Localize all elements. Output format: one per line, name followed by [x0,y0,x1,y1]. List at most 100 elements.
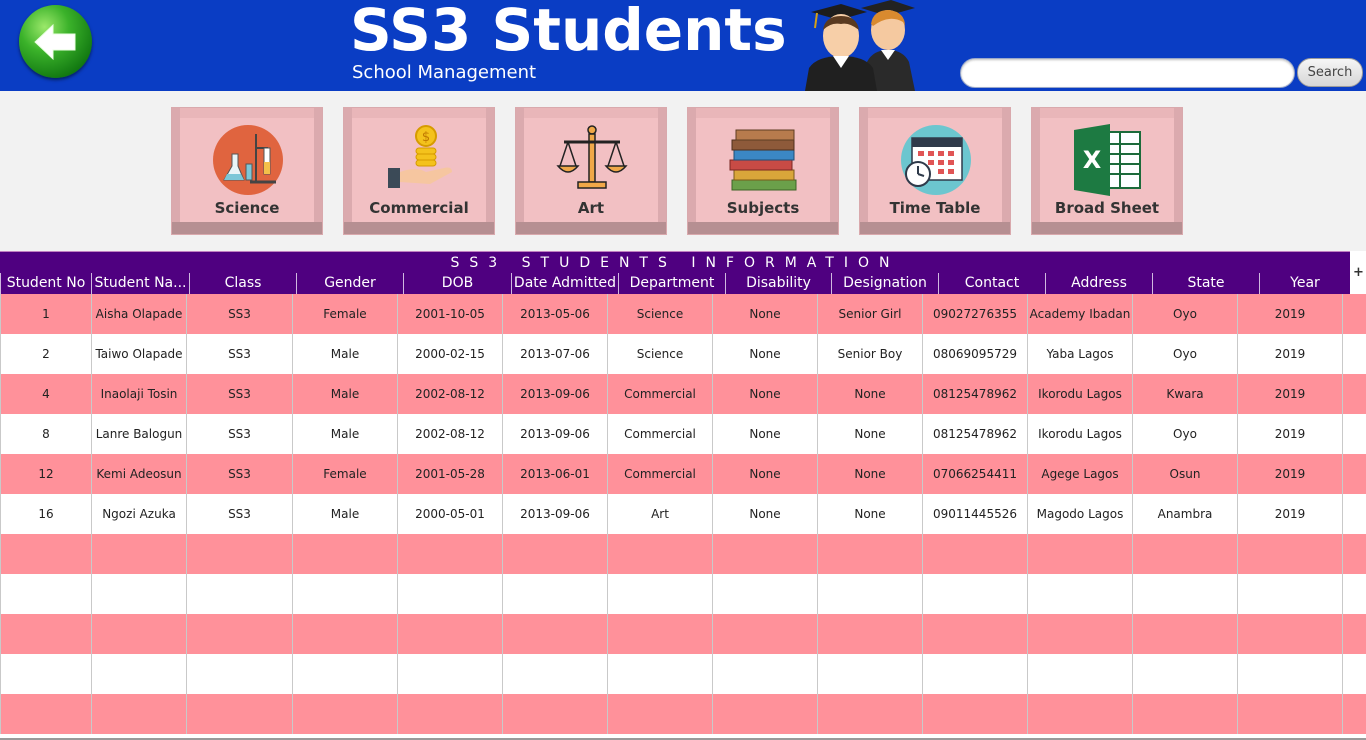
table-row[interactable]: 12 Kemi Adeosun SS3 Female 2001-05-28 2013-06… [0,454,1366,494]
table-cell[interactable]: 2013-06-01 [502,454,607,494]
table-cell[interactable]: Female [292,294,397,334]
table-cell[interactable]: Osun [1132,454,1237,494]
table-cell[interactable] [1237,654,1342,694]
column-header[interactable]: DOB [403,273,511,294]
table-cell[interactable]: SS3 [186,374,292,414]
table-cell[interactable] [712,534,817,574]
table-cell[interactable]: None [817,374,922,414]
table-cell[interactable] [292,694,397,734]
table-cell[interactable]: Kemi Adeosun [91,454,186,494]
table-row[interactable]: 1 Aisha Olapade SS3 Female 2001-10-05 2013-05… [0,294,1366,334]
table-cell[interactable]: Magodo Lagos [1027,494,1132,534]
table-cell[interactable] [1342,454,1366,494]
table-cell[interactable]: None [712,374,817,414]
table-cell[interactable]: 8 [0,414,91,454]
table-cell[interactable]: 09027276355 [922,294,1027,334]
table-cell[interactable]: 2019 [1237,334,1342,374]
table-cell[interactable]: Ikorodu Lagos [1027,414,1132,454]
table-cell[interactable] [1342,574,1366,614]
table-cell[interactable] [1342,334,1366,374]
column-header[interactable]: Class [189,273,296,294]
table-cell[interactable]: Yaba Lagos [1027,334,1132,374]
table-cell[interactable]: SS3 [186,494,292,534]
table-cell[interactable]: SS3 [186,334,292,374]
column-header[interactable]: Disability [725,273,831,294]
column-header[interactable]: Contact [938,273,1045,294]
table-cell[interactable] [0,654,91,694]
table-cell[interactable]: Lanre Balogun [91,414,186,454]
table-cell[interactable] [1342,654,1366,694]
table-cell[interactable] [292,574,397,614]
table-cell[interactable]: Oyo [1132,294,1237,334]
table-cell[interactable]: Commercial [607,374,712,414]
table-cell[interactable]: Aisha Olapade [91,294,186,334]
table-cell[interactable] [502,654,607,694]
table-cell[interactable] [607,534,712,574]
table-cell[interactable]: 2013-09-06 [502,414,607,454]
table-cell[interactable]: Male [292,414,397,454]
table-cell[interactable] [502,614,607,654]
table-cell[interactable]: Oyo [1132,334,1237,374]
table-row[interactable] [0,694,1366,734]
table-cell[interactable]: Kwara [1132,374,1237,414]
table-cell[interactable] [1342,694,1366,734]
table-cell[interactable]: 4 [0,374,91,414]
table-cell[interactable] [0,534,91,574]
table-cell[interactable]: Commercial [607,414,712,454]
table-cell[interactable] [91,534,186,574]
table-cell[interactable]: None [712,294,817,334]
table-cell[interactable] [1132,534,1237,574]
table-cell[interactable] [922,534,1027,574]
table-cell[interactable]: Agege Lagos [1027,454,1132,494]
table-cell[interactable]: 2001-05-28 [397,454,502,494]
table-cell[interactable] [1132,614,1237,654]
table-cell[interactable] [817,694,922,734]
table-cell[interactable] [1237,694,1342,734]
table-cell[interactable]: 12 [0,454,91,494]
table-cell[interactable]: 2013-09-06 [502,374,607,414]
column-header[interactable]: Department [618,273,725,294]
table-cell[interactable] [1342,294,1366,334]
table-cell[interactable]: Oyo [1132,414,1237,454]
table-cell[interactable]: 08069095729 [922,334,1027,374]
table-cell[interactable]: Taiwo Olapade [91,334,186,374]
column-header[interactable]: Student Na... [91,273,189,294]
table-cell[interactable]: Ngozi Azuka [91,494,186,534]
table-cell[interactable]: 2019 [1237,454,1342,494]
table-cell[interactable] [0,574,91,614]
table-cell[interactable] [607,574,712,614]
table-row[interactable] [0,614,1366,654]
table-cell[interactable]: 2019 [1237,494,1342,534]
table-cell[interactable]: 2019 [1237,374,1342,414]
table-cell[interactable] [922,614,1027,654]
table-cell[interactable]: Academy Ibadan [1027,294,1132,334]
table-cell[interactable] [1027,694,1132,734]
table-cell[interactable]: Art [607,494,712,534]
table-cell[interactable] [186,694,292,734]
table-cell[interactable]: Science [607,334,712,374]
table-cell[interactable]: 2000-05-01 [397,494,502,534]
table-cell[interactable]: None [817,414,922,454]
table-cell[interactable] [397,694,502,734]
column-header[interactable]: Student No [0,273,91,294]
table-cell[interactable]: Inaolaji Tosin [91,374,186,414]
table-cell[interactable] [1132,694,1237,734]
table-cell[interactable]: 2019 [1237,414,1342,454]
table-cell[interactable]: None [712,454,817,494]
table-cell[interactable]: None [712,334,817,374]
table-cell[interactable] [1342,374,1366,414]
table-cell[interactable] [91,614,186,654]
table-cell[interactable]: 2002-08-12 [397,414,502,454]
table-cell[interactable] [186,574,292,614]
tile-broad-sheet[interactable]: X Broad Sheet [1031,107,1183,235]
table-cell[interactable]: Male [292,374,397,414]
table-cell[interactable] [502,694,607,734]
table-cell[interactable] [712,614,817,654]
table-cell[interactable]: 08125478962 [922,414,1027,454]
table-row[interactable]: 8 Lanre Balogun SS3 Male 2002-08-12 2013-09-0… [0,414,1366,454]
table-cell[interactable]: None [712,414,817,454]
table-cell[interactable]: 2001-10-05 [397,294,502,334]
table-cell[interactable] [922,574,1027,614]
table-row[interactable] [0,534,1366,574]
table-cell[interactable] [502,534,607,574]
